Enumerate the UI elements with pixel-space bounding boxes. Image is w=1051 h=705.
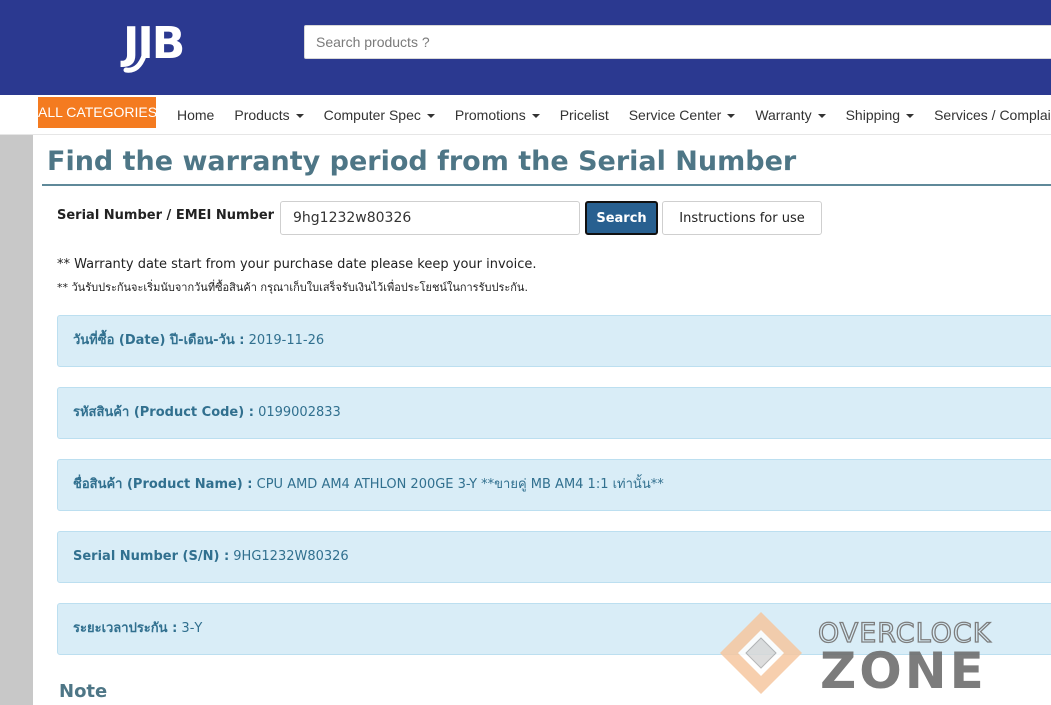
caret-down-icon	[531, 114, 540, 119]
overclock-zone-watermark: OVERCLOCK ZONE	[720, 612, 991, 700]
site-header: JIB	[0, 0, 1051, 95]
result-value: 3-Y	[181, 621, 203, 636]
result-value: 2019-11-26	[248, 333, 325, 348]
result-product-name: ชื่อสินค้า (Product Name) : CPU AMD AM4 …	[57, 459, 1051, 511]
nav-item-label: Warranty	[755, 107, 812, 123]
nav-item-label: Promotions	[454, 107, 526, 123]
result-value: 9HG1232W80326	[233, 549, 349, 564]
serial-number-label: Serial Number / EMEI Number :	[57, 208, 284, 223]
serial-number-input[interactable]	[280, 201, 580, 235]
nav-item-label: Pricelist	[559, 107, 609, 123]
search-input[interactable]	[304, 25, 1051, 59]
nav-item-label: Shipping	[845, 107, 901, 123]
note-heading: Note	[59, 681, 108, 702]
page-title: Find the warranty period from the Serial…	[47, 146, 797, 177]
jib-logo[interactable]: JIB	[120, 12, 215, 74]
nav-item-service-center[interactable]: Service Center	[619, 95, 746, 135]
nav-item-warranty[interactable]: Warranty	[745, 95, 835, 135]
result-label: ชื่อสินค้า (Product Name) :	[73, 477, 253, 492]
caret-down-icon	[295, 114, 304, 119]
result-label: วันที่ซื้อ (Date) ปี-เดือน-วัน :	[73, 333, 245, 348]
main-navbar: ALL CATEGORIES Home Products Computer Spec…	[0, 95, 1051, 135]
nav-item-label: Products	[234, 107, 290, 123]
nav-item-label: Services / Complai	[934, 107, 1051, 123]
nav-item-computer-spec[interactable]: Computer Spec	[314, 95, 445, 135]
warranty-note-thai: ** วันรับประกันจะเริ่มนับจากวันที่ซื้อสิ…	[57, 281, 528, 294]
result-label: รหัสสินค้า (Product Code) :	[73, 405, 254, 420]
nav-item-label: Computer Spec	[323, 107, 421, 123]
nav-item-label: Home	[177, 107, 215, 123]
result-label: Serial Number (S/N) :	[73, 549, 230, 564]
warranty-note-english: ** Warranty date start from your purchas…	[57, 257, 537, 272]
result-serial-number: Serial Number (S/N) : 9HG1232W80326	[57, 531, 1051, 583]
svg-text:JIB: JIB	[120, 18, 183, 69]
svg-text:ZONE: ZONE	[820, 642, 987, 700]
result-product-code: รหัสสินค้า (Product Code) : 0199002833	[57, 387, 1051, 439]
nav-item-services-complai[interactable]: Services / Complai	[924, 95, 1051, 135]
nav-item-promotions[interactable]: Promotions	[445, 95, 550, 135]
nav-item-pricelist[interactable]: Pricelist	[550, 95, 619, 135]
result-value: CPU AMD AM4 ATHLON 200GE 3-Y **ขายคู่ MB…	[256, 477, 664, 492]
nav-item-products[interactable]: Products	[224, 95, 313, 135]
title-divider	[42, 184, 1051, 186]
result-purchase-date: วันที่ซื้อ (Date) ปี-เดือน-วัน : 2019-11…	[57, 315, 1051, 367]
left-margin-strip	[0, 135, 33, 705]
all-categories-button[interactable]: ALL CATEGORIES	[38, 97, 157, 128]
instructions-button[interactable]: Instructions for use	[662, 201, 822, 235]
result-label: ระยะเวลาประกัน :	[73, 621, 178, 636]
nav-menu: Home Products Computer Spec Promotions Price…	[167, 95, 1051, 135]
caret-down-icon	[817, 114, 826, 119]
search-button[interactable]: Search	[585, 201, 658, 235]
caret-down-icon	[906, 114, 915, 119]
caret-down-icon	[727, 114, 736, 119]
nav-item-label: Service Center	[628, 107, 722, 123]
nav-item-home[interactable]: Home	[167, 95, 224, 135]
caret-down-icon	[426, 114, 435, 119]
result-value: 0199002833	[258, 405, 341, 420]
nav-item-shipping[interactable]: Shipping	[836, 95, 925, 135]
